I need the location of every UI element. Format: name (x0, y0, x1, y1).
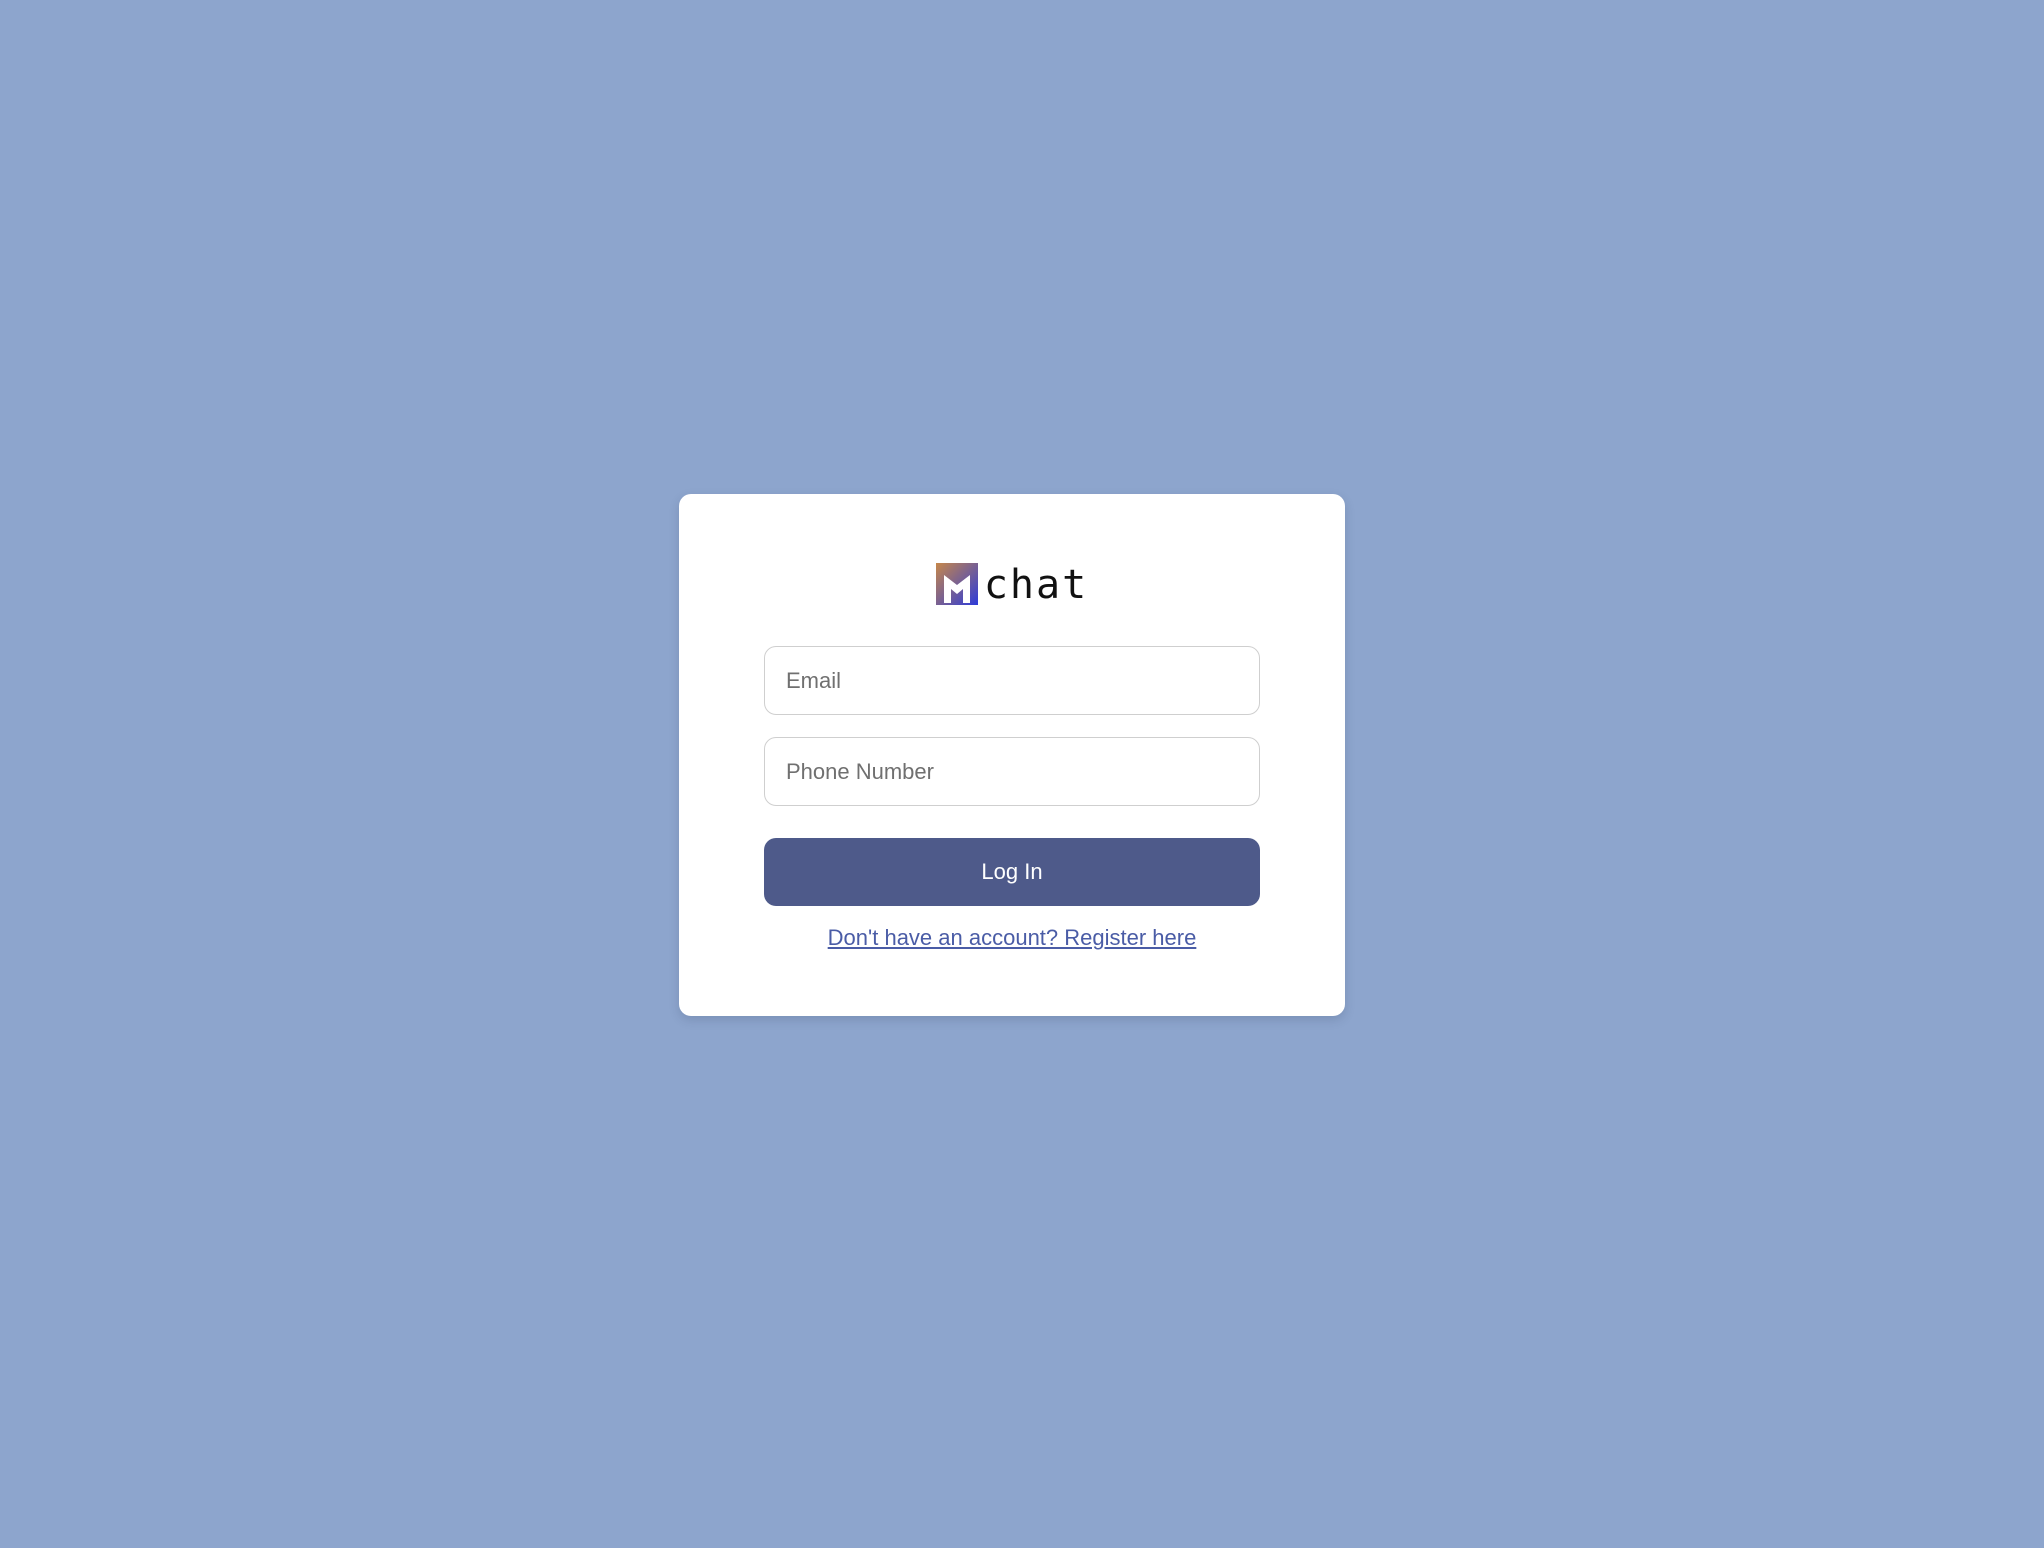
phone-number-field[interactable] (764, 737, 1260, 806)
register-link[interactable]: Don't have an account? Register here (679, 925, 1345, 951)
brand-name: chat (983, 562, 1089, 608)
login-button[interactable]: Log In (764, 838, 1260, 906)
login-card: chat Log In Don't have an account? Regis… (679, 494, 1345, 1016)
m-logo-icon (935, 563, 978, 605)
brand-logo: chat (679, 562, 1345, 608)
email-field[interactable] (764, 646, 1260, 715)
